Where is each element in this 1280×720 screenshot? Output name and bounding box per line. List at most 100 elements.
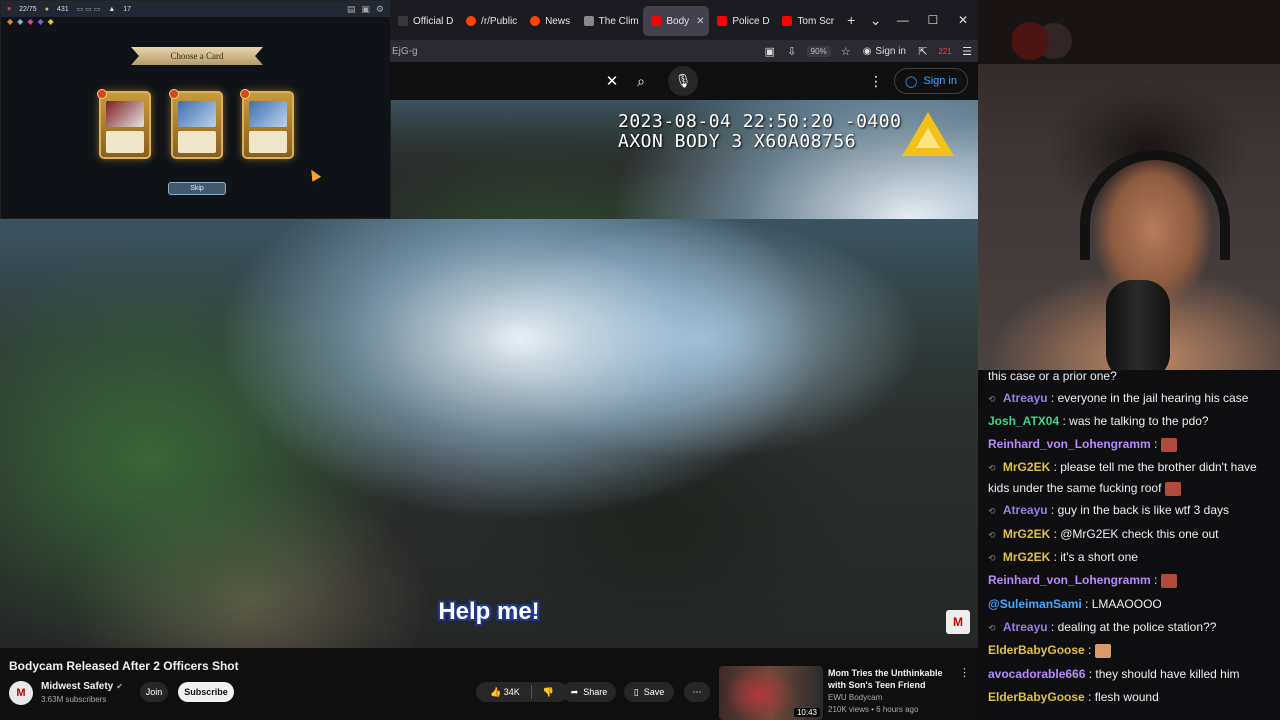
browser-tab-active[interactable]: Body ✕ bbox=[643, 6, 710, 36]
video-caption: Help me! bbox=[438, 598, 540, 625]
browser-tab-7[interactable]: Tom Scr bbox=[774, 6, 839, 36]
settings-gear-icon[interactable]: ⚙ bbox=[376, 4, 384, 15]
deck-icon[interactable]: ▣ bbox=[361, 4, 370, 15]
reward-card-3[interactable] bbox=[240, 89, 294, 159]
chat-message: Reinhard_von_Lohengramm : bbox=[988, 434, 1276, 454]
chat-username[interactable]: ElderBabyGoose bbox=[988, 643, 1085, 657]
save-label: Save bbox=[643, 687, 665, 697]
tab-list-chevron-icon[interactable]: ⌄ bbox=[863, 12, 887, 29]
video-player[interactable] bbox=[0, 219, 978, 648]
chat-text: LMAAOOOO bbox=[1091, 597, 1162, 611]
browser-tab-1[interactable]: Official D bbox=[390, 6, 458, 36]
browser-tab-2[interactable]: /r/Public bbox=[458, 6, 522, 36]
emote-icon bbox=[1160, 573, 1177, 588]
chat-username[interactable]: Atreayu bbox=[1003, 620, 1048, 634]
zoom-level[interactable]: 90% bbox=[806, 45, 831, 57]
relic-icon[interactable]: ◆ bbox=[48, 17, 54, 29]
ellipsis-icon: ⋯ bbox=[692, 686, 702, 697]
chat-username[interactable]: MrG2EK bbox=[1003, 527, 1050, 541]
close-window-icon[interactable]: ✕ bbox=[948, 13, 978, 27]
tab-label: Police D bbox=[732, 15, 770, 27]
reader-view-icon[interactable]: ▣ bbox=[759, 45, 781, 58]
browser-tab-4[interactable]: The Clim bbox=[576, 6, 644, 36]
skip-button[interactable]: Skip bbox=[168, 182, 226, 195]
game-overlay: ♥ 22/75 ● 431 ▭ ▭ ▭ ▲ 17 ▤ ▣ ⚙ ◆ ◆ ◆ ◆ ◆… bbox=[0, 0, 391, 219]
reward-card-2[interactable] bbox=[169, 89, 223, 159]
more-options-icon[interactable]: ⋮ bbox=[866, 73, 886, 90]
bookmark-star-icon[interactable]: ☆ bbox=[835, 45, 857, 58]
chat-username[interactable]: Reinhard_von_Lohengramm bbox=[988, 573, 1151, 587]
axon-logo-inner bbox=[916, 128, 940, 148]
chat-text: dealing at the police station?? bbox=[1057, 620, 1217, 634]
channel-watermark-icon[interactable]: M bbox=[946, 610, 970, 634]
map-icon[interactable]: ▤ bbox=[347, 4, 356, 15]
like-button[interactable]: 👍 34K bbox=[490, 687, 520, 698]
search-input[interactable] bbox=[390, 62, 598, 100]
card-text bbox=[178, 131, 216, 153]
youtube-icon bbox=[782, 16, 793, 26]
divider bbox=[530, 685, 532, 699]
chat-username[interactable]: Atreayu bbox=[1003, 503, 1048, 517]
recommended-meta: 210K views • 6 hours ago bbox=[828, 705, 919, 714]
chat-username[interactable]: Atreayu bbox=[1003, 391, 1048, 405]
choose-card-banner: Choose a Card bbox=[131, 47, 263, 65]
tab-label: The Clim bbox=[598, 15, 639, 27]
more-actions-button[interactable]: ⋯ bbox=[684, 682, 710, 702]
chat-message: Josh_ATX04 : was he talking to the pdo? bbox=[988, 414, 1209, 428]
browser-tab-3[interactable]: News bbox=[522, 6, 576, 36]
dislike-button[interactable]: 👎 bbox=[543, 687, 554, 698]
relic-bar: ◆ ◆ ◆ ◆ ◆ bbox=[1, 17, 390, 29]
chat-username[interactable]: Josh_ATX04 bbox=[988, 414, 1059, 428]
close-tab-icon[interactable]: ✕ bbox=[696, 16, 704, 27]
save-button[interactable]: ▯ Save bbox=[624, 682, 674, 702]
recommended-thumbnail[interactable]: 10:43 bbox=[719, 666, 823, 720]
chat-username[interactable]: MrG2EK bbox=[1003, 550, 1050, 564]
share-button[interactable]: ➦ Share bbox=[562, 682, 616, 702]
recommended-more-icon[interactable]: ⋮ bbox=[959, 666, 970, 679]
channel-avatar[interactable]: M bbox=[9, 681, 33, 705]
bodycam-device: AXON BODY 3 X60A08756 bbox=[618, 131, 857, 152]
new-tab-plus-icon[interactable]: + bbox=[839, 12, 863, 28]
search-icon[interactable]: ⌕ bbox=[626, 66, 656, 96]
tab-favicon-icon bbox=[398, 16, 408, 26]
chat-username[interactable]: avocadorable666 bbox=[988, 667, 1085, 681]
stream-chat: this case or a prior one? ⟲ Atreayu : ev… bbox=[978, 370, 1280, 720]
recommended-video[interactable]: 10:43 Mom Tries the Unthinkable with Son… bbox=[719, 666, 970, 720]
browser-nav-bar: EjG-g ▣ ⇩ 90% ☆ ◉ Sign in ⇱ 221 ☰ bbox=[390, 40, 978, 62]
relic-icon[interactable]: ◆ bbox=[17, 17, 23, 29]
recommended-title[interactable]: Mom Tries the Unthinkable with Son's Tee… bbox=[828, 667, 958, 691]
url-bar[interactable]: EjG-g bbox=[392, 46, 759, 57]
floor-value: 17 bbox=[123, 5, 132, 13]
extensions-icon[interactable]: ⇱ bbox=[912, 45, 934, 58]
sub-badge-icon: ⟲ bbox=[988, 394, 996, 404]
emote-icon bbox=[1164, 481, 1181, 496]
microphone-icon[interactable]: 🎙 bbox=[668, 66, 699, 96]
browser-tab-6[interactable]: Police D bbox=[709, 6, 774, 36]
menu-hamburger-icon[interactable]: ☰ bbox=[956, 45, 978, 58]
chat-message: this case or a prior one? bbox=[988, 370, 1276, 386]
chat-username[interactable]: @SuleimanSami bbox=[988, 597, 1082, 611]
card-art bbox=[106, 101, 144, 127]
potion-slots[interactable]: ▭ ▭ ▭ bbox=[77, 5, 101, 13]
download-icon[interactable]: ⇩ bbox=[781, 45, 803, 58]
recommended-channel[interactable]: EWU Bodycam bbox=[828, 693, 882, 702]
chat-text: they should have killed him bbox=[1095, 667, 1240, 681]
relic-icon[interactable]: ◆ bbox=[7, 17, 13, 29]
join-button[interactable]: Join bbox=[140, 682, 168, 702]
browser-account-button[interactable]: ◉ Sign in bbox=[863, 46, 906, 57]
chat-text: was he talking to the pdo? bbox=[1069, 414, 1209, 428]
relic-icon[interactable]: ◆ bbox=[37, 17, 43, 29]
reward-card-1[interactable] bbox=[97, 89, 151, 159]
clear-search-icon[interactable]: ✕ bbox=[598, 72, 626, 90]
maximize-icon[interactable]: ☐ bbox=[918, 13, 948, 27]
chat-username[interactable]: ElderBabyGoose bbox=[988, 690, 1085, 704]
youtube-signin-button[interactable]: ◯ Sign in bbox=[894, 68, 968, 94]
chat-username[interactable]: Reinhard_von_Lohengramm bbox=[988, 437, 1151, 451]
channel-name[interactable]: Midwest Safety ✔ bbox=[41, 681, 123, 692]
minimize-icon[interactable]: — bbox=[888, 13, 918, 27]
chat-username[interactable]: MrG2EK bbox=[1003, 460, 1050, 474]
card-text bbox=[249, 131, 287, 153]
relic-icon[interactable]: ◆ bbox=[27, 17, 33, 29]
mail-badge[interactable]: 221 bbox=[934, 47, 956, 56]
subscribe-button[interactable]: Subscribe bbox=[178, 682, 234, 702]
